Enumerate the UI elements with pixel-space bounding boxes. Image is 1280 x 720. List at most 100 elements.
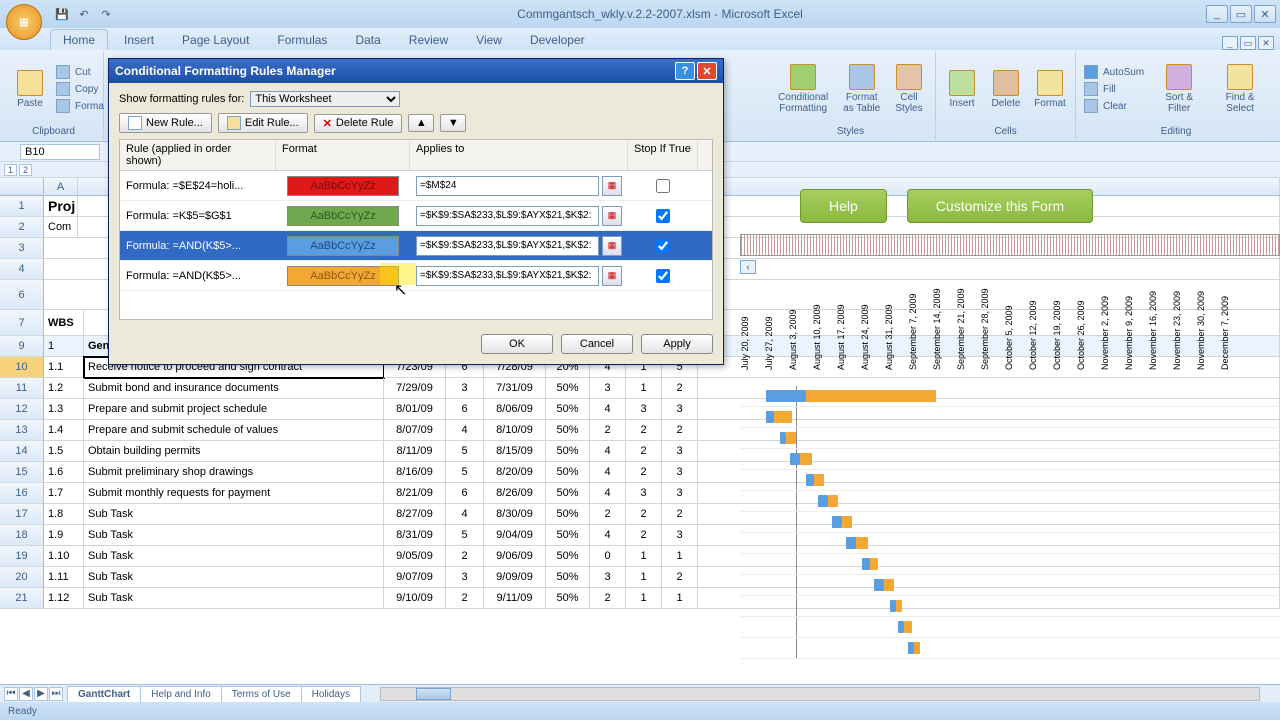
clear-button[interactable]: Clear bbox=[1082, 98, 1148, 114]
scrollbar-thumb[interactable] bbox=[416, 688, 451, 700]
ok-button[interactable]: OK bbox=[481, 334, 553, 354]
row-header[interactable]: 14 bbox=[0, 441, 44, 462]
cell-dur[interactable]: 3 bbox=[446, 567, 484, 588]
cell-pct[interactable]: 50% bbox=[546, 546, 590, 567]
select-all-cell[interactable] bbox=[0, 178, 44, 195]
cell-start[interactable]: 8/31/09 bbox=[384, 525, 446, 546]
tab-nav-last[interactable]: ⏭ bbox=[49, 687, 63, 701]
cell-wbs[interactable]: 1.3 bbox=[44, 399, 84, 420]
applies-to-input[interactable] bbox=[416, 236, 599, 256]
cut-button[interactable]: Cut bbox=[54, 64, 108, 80]
cell-end[interactable]: 8/20/09 bbox=[484, 462, 546, 483]
cell-work[interactable]: 3 bbox=[590, 567, 626, 588]
cell-daysr[interactable]: 3 bbox=[662, 441, 698, 462]
cell-wbs[interactable]: 1.12 bbox=[44, 588, 84, 609]
cell-end[interactable]: 9/11/09 bbox=[484, 588, 546, 609]
maximize-button[interactable]: ▭ bbox=[1230, 5, 1252, 23]
row-header[interactable]: 11 bbox=[0, 378, 44, 399]
tab-nav-prev[interactable]: ◀ bbox=[19, 687, 33, 701]
cell-dur[interactable]: 4 bbox=[446, 420, 484, 441]
cell-end[interactable]: 8/10/09 bbox=[484, 420, 546, 441]
cell-wbs[interactable]: 1.9 bbox=[44, 525, 84, 546]
sheet-tab-ganttchart[interactable]: GanttChart bbox=[67, 686, 141, 702]
edit-rule-button[interactable]: Edit Rule... bbox=[218, 113, 308, 133]
rule-row[interactable]: Formula: =AND(K$5>...AaBbCcYyZz▦ bbox=[120, 231, 712, 261]
cell-daysr[interactable]: 3 bbox=[662, 483, 698, 504]
cell-start[interactable]: 8/16/09 bbox=[384, 462, 446, 483]
cell-pct[interactable]: 50% bbox=[546, 399, 590, 420]
cell-start[interactable]: 8/11/09 bbox=[384, 441, 446, 462]
insert-cells-button[interactable]: Insert bbox=[942, 68, 982, 111]
cell-dur[interactable]: 6 bbox=[446, 483, 484, 504]
format-cells-button[interactable]: Format bbox=[1030, 68, 1070, 111]
cell-task[interactable]: Obtain building permits bbox=[84, 441, 384, 462]
tab-nav-next[interactable]: ▶ bbox=[34, 687, 48, 701]
cell-wbs[interactable]: 1.5 bbox=[44, 441, 84, 462]
cell-task[interactable]: Prepare and submit project schedule bbox=[84, 399, 384, 420]
minimize-button[interactable]: _ bbox=[1206, 5, 1228, 23]
tab-formulas[interactable]: Formulas bbox=[265, 30, 339, 50]
fill-button[interactable]: Fill bbox=[1082, 81, 1148, 97]
apply-button[interactable]: Apply bbox=[641, 334, 713, 354]
tab-review[interactable]: Review bbox=[397, 30, 460, 50]
cell-daysr[interactable]: 3 bbox=[662, 399, 698, 420]
cell-dur[interactable]: 2 bbox=[446, 546, 484, 567]
save-icon[interactable]: 💾 bbox=[54, 6, 70, 22]
outline-level-2[interactable]: 2 bbox=[19, 164, 32, 176]
applies-to-input[interactable] bbox=[416, 176, 599, 196]
cell-days[interactable]: 1 bbox=[626, 588, 662, 609]
sheet-tab-holidays[interactable]: Holidays bbox=[301, 686, 361, 702]
cell-start[interactable]: 8/27/09 bbox=[384, 504, 446, 525]
cell-start[interactable]: 9/10/09 bbox=[384, 588, 446, 609]
cell-end[interactable]: 8/06/09 bbox=[484, 399, 546, 420]
cell-daysr[interactable]: 3 bbox=[662, 462, 698, 483]
new-rule-button[interactable]: New Rule... bbox=[119, 113, 212, 133]
cell-dur[interactable]: 5 bbox=[446, 441, 484, 462]
row-header[interactable]: 3 bbox=[0, 238, 44, 259]
tab-view[interactable]: View bbox=[464, 30, 514, 50]
cell-end[interactable]: 9/04/09 bbox=[484, 525, 546, 546]
cell-days[interactable]: 3 bbox=[626, 399, 662, 420]
cell-wbs[interactable]: 1.7 bbox=[44, 483, 84, 504]
cell-dur[interactable]: 3 bbox=[446, 378, 484, 399]
cell-wbs[interactable]: 1.8 bbox=[44, 504, 84, 525]
cell-task[interactable]: Sub Task bbox=[84, 504, 384, 525]
cell-work[interactable]: 2 bbox=[590, 420, 626, 441]
paste-button[interactable]: Paste bbox=[10, 68, 50, 111]
cell-dur[interactable]: 4 bbox=[446, 504, 484, 525]
dialog-titlebar[interactable]: Conditional Formatting Rules Manager ? ✕ bbox=[109, 59, 723, 83]
cell-work[interactable]: 0 bbox=[590, 546, 626, 567]
row-header[interactable]: 15 bbox=[0, 462, 44, 483]
cell-dur[interactable]: 6 bbox=[446, 399, 484, 420]
cell-days[interactable]: 1 bbox=[626, 546, 662, 567]
row-header[interactable]: 1 bbox=[0, 196, 44, 217]
row-header[interactable]: 12 bbox=[0, 399, 44, 420]
cell-days[interactable]: 2 bbox=[626, 441, 662, 462]
cell-days[interactable]: 1 bbox=[626, 378, 662, 399]
cell-work[interactable]: 4 bbox=[590, 441, 626, 462]
format-as-table-button[interactable]: Format as Table bbox=[838, 62, 885, 116]
range-selector-button[interactable]: ▦ bbox=[602, 176, 622, 196]
row-header[interactable]: 2 bbox=[0, 217, 44, 238]
doc-close-button[interactable]: ✕ bbox=[1258, 36, 1274, 50]
cell-days[interactable]: 3 bbox=[626, 483, 662, 504]
row-header[interactable]: 7 bbox=[0, 310, 44, 336]
col-header-a[interactable]: A bbox=[44, 178, 78, 195]
rule-row[interactable]: Formula: =AND(K$5>...AaBbCcYyZz▦ bbox=[120, 261, 712, 291]
row-header[interactable]: 17 bbox=[0, 504, 44, 525]
cell-wbs[interactable]: 1.2 bbox=[44, 378, 84, 399]
cell-pct[interactable]: 50% bbox=[546, 567, 590, 588]
outline-level-1[interactable]: 1 bbox=[4, 164, 17, 176]
cell-work[interactable]: 3 bbox=[590, 378, 626, 399]
rule-row[interactable]: Formula: =K$5=$G$1AaBbCcYyZz▦ bbox=[120, 201, 712, 231]
cell-wbs[interactable]: 1.4 bbox=[44, 420, 84, 441]
cell-start[interactable]: 9/05/09 bbox=[384, 546, 446, 567]
cell-work[interactable]: 4 bbox=[590, 399, 626, 420]
cell-task[interactable]: Submit bond and insurance documents bbox=[84, 378, 384, 399]
cell-daysr[interactable]: 2 bbox=[662, 567, 698, 588]
tab-page-layout[interactable]: Page Layout bbox=[170, 30, 261, 50]
cell-start[interactable]: 8/07/09 bbox=[384, 420, 446, 441]
cell-work[interactable]: 4 bbox=[590, 462, 626, 483]
range-selector-button[interactable]: ▦ bbox=[602, 266, 622, 286]
tab-data[interactable]: Data bbox=[343, 30, 392, 50]
